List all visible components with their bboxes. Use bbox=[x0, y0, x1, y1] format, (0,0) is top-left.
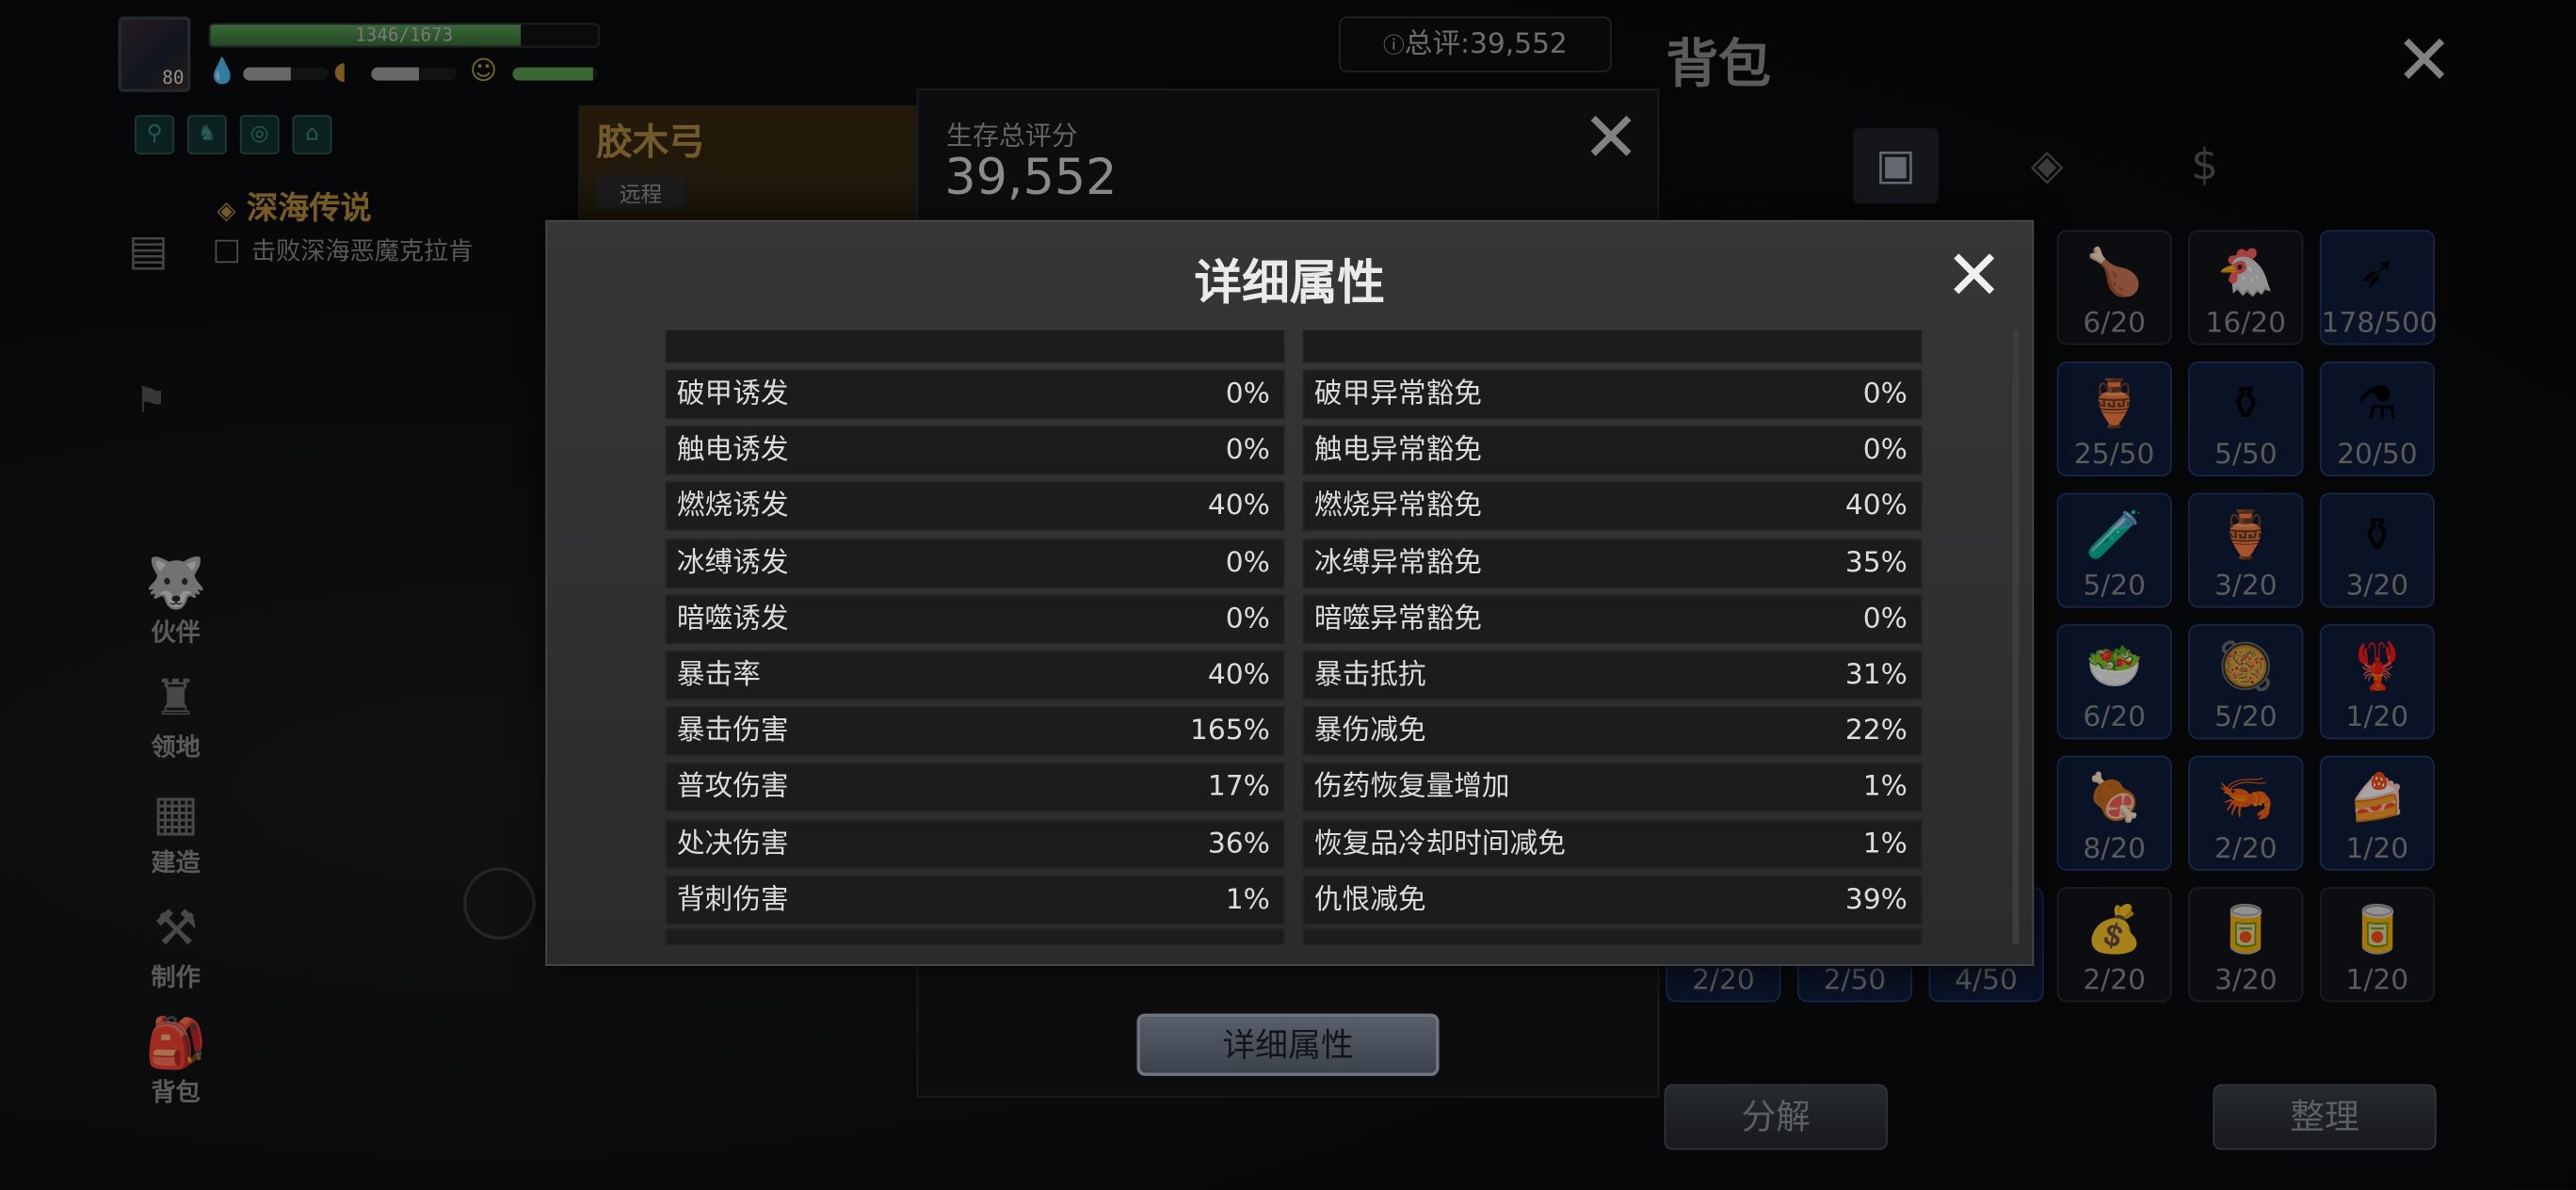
attribute-row: 破甲诱发 0% 破甲异常豁免 0% bbox=[665, 369, 1924, 419]
attribute-name: 伤药恢复量增加 bbox=[1313, 771, 1510, 804]
attribute-value: 36% bbox=[1207, 827, 1270, 860]
attribute-name: 暴伤减免 bbox=[1313, 715, 1426, 748]
attribute-cell: 暴伤减免 22% bbox=[1302, 706, 1923, 756]
attribute-value: 17% bbox=[1207, 771, 1270, 804]
attribute-value: 40% bbox=[1207, 490, 1270, 523]
attribute-name: 燃烧异常豁免 bbox=[1313, 490, 1482, 523]
attribute-name: 处决伤害 bbox=[676, 827, 789, 860]
attribute-row-partial bbox=[665, 330, 1924, 363]
attribute-cell: 暴击伤害 165% bbox=[665, 706, 1285, 756]
attribute-cell: 暗噬诱发 0% bbox=[665, 594, 1285, 644]
attribute-cell: 破甲异常豁免 0% bbox=[1302, 369, 1923, 419]
attribute-name: 暴击伤害 bbox=[676, 715, 789, 748]
game-screen: 80 1346/1673 💧 ◖ ☺ ⚲ ♞ ◎ ⌂ ▤ ◈ 深海传说 击败深海… bbox=[0, 0, 2576, 1190]
attribute-value: 39% bbox=[1844, 883, 1908, 917]
attribute-cell: 处决伤害 36% bbox=[665, 818, 1285, 869]
attribute-value: 165% bbox=[1189, 715, 1270, 748]
attribute-name: 暗噬异常豁免 bbox=[1313, 603, 1482, 635]
attribute-cell: 背刺伤害 1% bbox=[665, 875, 1285, 925]
attribute-value: 35% bbox=[1844, 546, 1908, 580]
attribute-row: 处决伤害 36% 恢复品冷却时间减免 1% bbox=[665, 818, 1924, 869]
attribute-cell bbox=[665, 927, 1285, 945]
attribute-cell: 仇恨减免 39% bbox=[1302, 875, 1923, 925]
attribute-cell: 燃烧诱发 40% bbox=[665, 481, 1285, 532]
modal-title: 详细属性 bbox=[1194, 254, 1385, 311]
attribute-value: 0% bbox=[1862, 433, 1908, 467]
attribute-name: 燃烧诱发 bbox=[676, 490, 789, 523]
attribute-cell: 暴击率 40% bbox=[665, 650, 1285, 700]
attribute-value: 22% bbox=[1844, 715, 1908, 748]
attribute-value: 0% bbox=[1225, 603, 1270, 635]
attribute-name: 背刺伤害 bbox=[676, 883, 789, 917]
attribute-cell bbox=[665, 330, 1285, 363]
attribute-row: 暴击率 40% 暴击抵抗 31% bbox=[665, 650, 1924, 700]
attribute-row-partial bbox=[665, 927, 1924, 945]
attribute-row: 冰缚诱发 0% 冰缚异常豁免 35% bbox=[665, 538, 1924, 587]
attribute-cell: 冰缚异常豁免 35% bbox=[1302, 538, 1923, 587]
attribute-cell: 普攻伤害 17% bbox=[665, 763, 1285, 812]
attribute-cell bbox=[1302, 927, 1923, 945]
attribute-cell: 触电异常豁免 0% bbox=[1302, 426, 1923, 475]
attribute-cell: 燃烧异常豁免 40% bbox=[1302, 481, 1923, 532]
attribute-name: 暴击率 bbox=[676, 658, 761, 692]
attribute-name: 冰缚诱发 bbox=[676, 546, 789, 580]
attribute-row: 背刺伤害 1% 仇恨减免 39% bbox=[665, 875, 1924, 925]
attribute-name: 仇恨减免 bbox=[1313, 883, 1426, 917]
attribute-cell: 冰缚诱发 0% bbox=[665, 538, 1285, 587]
attribute-cell: 恢复品冷却时间减免 1% bbox=[1302, 818, 1923, 869]
attribute-scrollbar[interactable] bbox=[2012, 330, 2020, 945]
attribute-cell: 触电诱发 0% bbox=[665, 426, 1285, 475]
attribute-name: 恢复品冷却时间减免 bbox=[1313, 827, 1566, 860]
attribute-name: 暗噬诱发 bbox=[676, 603, 789, 635]
attribute-name: 破甲诱发 bbox=[676, 378, 789, 411]
detail-attributes-modal: 详细属性 ✕ 破甲诱发 0% 破甲异常豁免 0% 触电诱发 0% 触电异常豁免 0% 燃烧诱发 4… bbox=[545, 219, 2035, 966]
attribute-value: 1% bbox=[1862, 771, 1908, 804]
attribute-list[interactable]: 破甲诱发 0% 破甲异常豁免 0% 触电诱发 0% 触电异常豁免 0% 燃烧诱发 40% 燃烧异常豁… bbox=[665, 330, 1924, 945]
attribute-value: 0% bbox=[1225, 378, 1270, 411]
attribute-cell: 伤药恢复量增加 1% bbox=[1302, 763, 1923, 812]
attribute-cell: 破甲诱发 0% bbox=[665, 369, 1285, 419]
attribute-cell: 暗噬异常豁免 0% bbox=[1302, 594, 1923, 644]
attribute-value: 0% bbox=[1862, 603, 1908, 635]
attribute-name: 触电异常豁免 bbox=[1313, 433, 1482, 467]
attribute-value: 1% bbox=[1862, 827, 1908, 860]
attribute-row: 触电诱发 0% 触电异常豁免 0% bbox=[665, 426, 1924, 475]
attribute-value: 40% bbox=[1207, 658, 1270, 692]
attribute-name: 触电诱发 bbox=[676, 433, 789, 467]
attribute-name: 普攻伤害 bbox=[676, 771, 789, 804]
modal-close-icon[interactable]: ✕ bbox=[1945, 241, 2003, 311]
attribute-name: 破甲异常豁免 bbox=[1313, 378, 1482, 411]
attribute-row: 暴击伤害 165% 暴伤减免 22% bbox=[665, 706, 1924, 756]
attribute-cell bbox=[1302, 330, 1923, 363]
attribute-value: 1% bbox=[1225, 883, 1270, 917]
attribute-cell: 暴击抵抗 31% bbox=[1302, 650, 1923, 700]
attribute-row: 燃烧诱发 40% 燃烧异常豁免 40% bbox=[665, 481, 1924, 532]
attribute-row: 暗噬诱发 0% 暗噬异常豁免 0% bbox=[665, 594, 1924, 644]
attribute-name: 冰缚异常豁免 bbox=[1313, 546, 1482, 580]
attribute-name: 暴击抵抗 bbox=[1313, 658, 1426, 692]
attribute-value: 31% bbox=[1844, 658, 1908, 692]
attribute-value: 40% bbox=[1844, 490, 1908, 523]
attribute-value: 0% bbox=[1225, 433, 1270, 467]
attribute-value: 0% bbox=[1862, 378, 1908, 411]
attribute-value: 0% bbox=[1225, 546, 1270, 580]
attribute-row: 普攻伤害 17% 伤药恢复量增加 1% bbox=[665, 763, 1924, 812]
